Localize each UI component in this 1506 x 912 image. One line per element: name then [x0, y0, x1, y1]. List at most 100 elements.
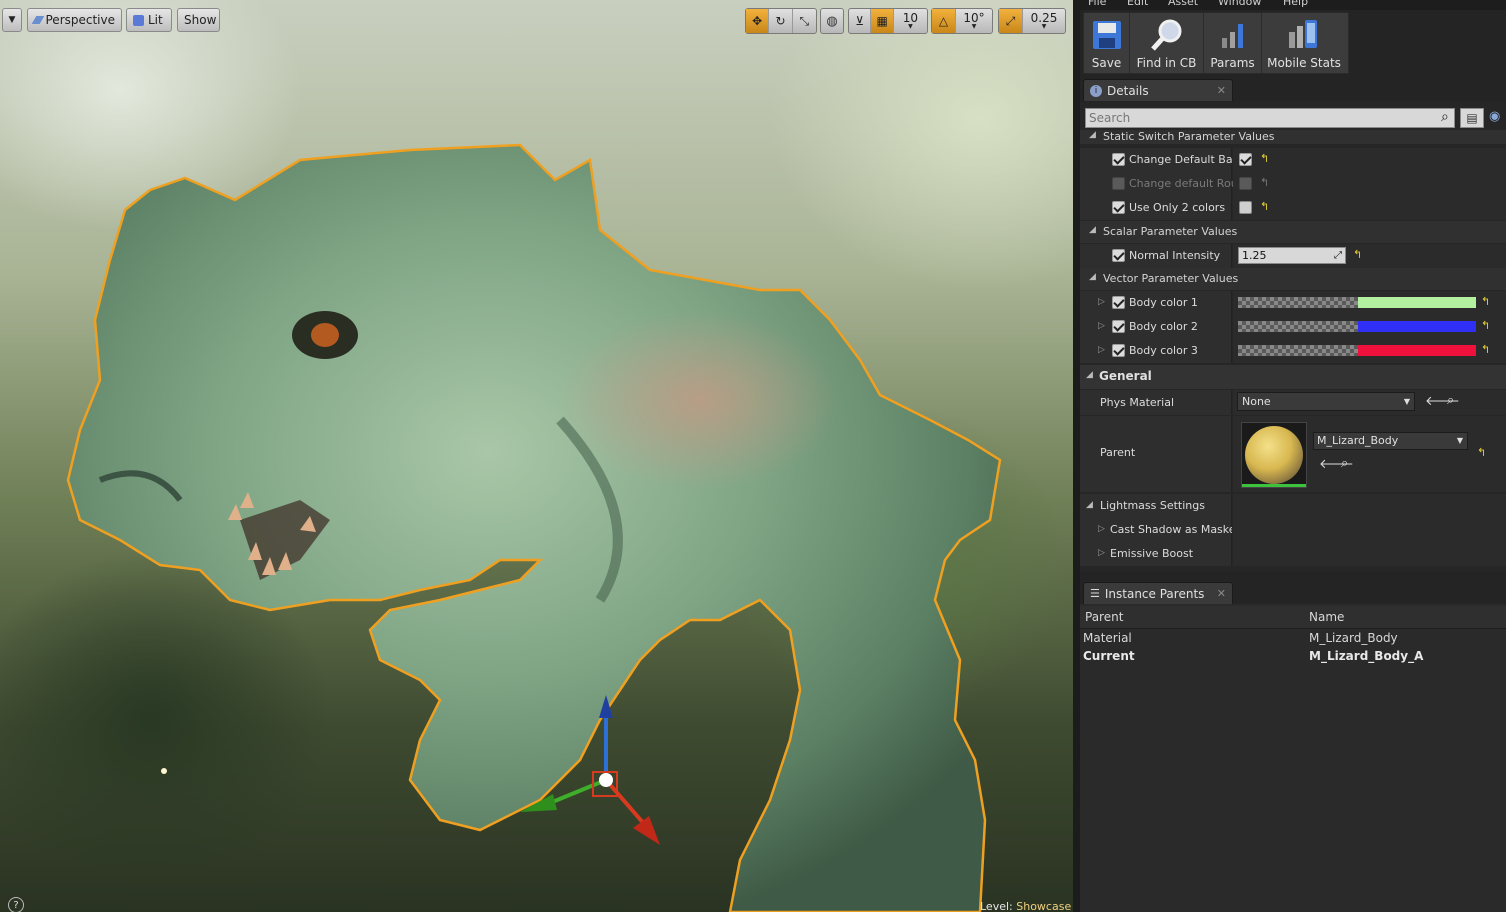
coordinate-system-button[interactable]: ◍ — [820, 8, 844, 34]
param-enable-checkbox[interactable] — [1112, 320, 1125, 333]
surface-snap-icon: ⊻ — [855, 14, 865, 28]
collapse-icon: ◢ — [1086, 500, 1093, 510]
table-row[interactable]: Material M_Lizard_Body — [1080, 629, 1506, 647]
phys-material-dropdown[interactable]: None ▼ — [1237, 392, 1415, 411]
show-button[interactable]: Show — [177, 8, 220, 32]
save-button[interactable]: Save — [1084, 13, 1130, 73]
find-in-cb-button[interactable]: Find in CB — [1130, 13, 1204, 73]
category-lightmass[interactable]: ◢ Lightmass Settings — [1080, 494, 1506, 518]
panel-splitter[interactable] — [1073, 0, 1080, 912]
use-selected-arrow-icon[interactable]: 🡐 — [1319, 456, 1354, 472]
browse-search-icon[interactable]: ⌕ — [1341, 456, 1348, 471]
lit-label: Lit — [148, 13, 163, 27]
use-selected-arrow-icon[interactable]: 🡐 — [1425, 393, 1460, 409]
reset-to-default-icon[interactable]: ↰ — [1353, 248, 1362, 261]
expand-icon[interactable]: ▷ — [1098, 548, 1105, 558]
menu-window[interactable]: Window — [1218, 0, 1261, 8]
param-value-checkbox[interactable] — [1239, 201, 1252, 214]
params-icon — [1216, 18, 1250, 52]
param-value-checkbox[interactable] — [1239, 153, 1252, 166]
column-header-name[interactable]: Name — [1309, 610, 1344, 624]
rotation-snap-toggle[interactable]: △ — [932, 9, 956, 33]
mobile-stats-button[interactable]: Mobile Stats — [1262, 13, 1346, 73]
close-icon[interactable]: ✕ — [1217, 84, 1226, 97]
table-row[interactable]: Current M_Lizard_Body_A — [1080, 647, 1506, 665]
grid-icon: ▦ — [876, 14, 888, 28]
scale-snap-value[interactable]: 0.25 ▼ — [1023, 9, 1065, 33]
rotation-snap-value[interactable]: 10° ▼ — [956, 9, 992, 33]
tab-details[interactable]: i Details ✕ — [1083, 79, 1233, 101]
collapse-icon: ◢ — [1086, 370, 1093, 380]
params-button[interactable]: Params — [1204, 13, 1262, 73]
help-icon[interactable]: ? — [8, 897, 24, 912]
category-static-switch[interactable]: ◢ Static Switch Parameter Values — [1080, 130, 1506, 144]
reset-to-default-icon[interactable]: ↰ — [1481, 343, 1490, 356]
view-mode-button[interactable]: Lit — [126, 8, 172, 32]
level-name: Showcase — [1016, 900, 1072, 912]
browse-search-icon[interactable]: ⌕ — [1447, 393, 1454, 408]
reset-to-default-icon[interactable]: ↰ — [1260, 152, 1269, 165]
param-value-checkbox[interactable] — [1239, 177, 1252, 190]
search-icon[interactable]: ⌕ — [1441, 109, 1449, 125]
category-general[interactable]: ◢ General — [1080, 365, 1506, 389]
scale-mode-button[interactable]: ⤡ — [793, 9, 816, 33]
normal-intensity-input[interactable]: 1.25 ⤢ — [1238, 247, 1346, 264]
mobile-stats-icon — [1287, 18, 1321, 52]
param-row-use-only-2-colors: Use Only 2 colors ↰ — [1080, 196, 1506, 220]
scale-icon: ⤡ — [799, 13, 810, 28]
param-enable-checkbox[interactable] — [1112, 201, 1125, 214]
menu-file[interactable]: File — [1088, 0, 1106, 8]
perspective-label: Perspective — [45, 13, 116, 27]
param-enable-checkbox[interactable] — [1112, 153, 1125, 166]
search-input[interactable]: Search — [1085, 108, 1455, 128]
rotate-icon: ↻ — [775, 14, 786, 28]
menu-help[interactable]: Help — [1283, 0, 1308, 8]
rotation-snap-group: △ 10° ▼ — [931, 8, 993, 34]
color-swatch[interactable] — [1238, 297, 1478, 308]
perspective-icon — [31, 16, 44, 24]
lightmass-cast-shadow-row: ▷ Cast Shadow as Masked — [1080, 518, 1506, 542]
drag-arrows-icon: ⤢ — [1334, 250, 1342, 261]
rotate-mode-button[interactable]: ↻ — [769, 9, 793, 33]
grid-snap-toggle[interactable]: ▦ — [871, 9, 894, 33]
tab-instance-parents[interactable]: ☰ Instance Parents ✕ — [1083, 582, 1233, 604]
menu-asset[interactable]: Asset — [1168, 0, 1198, 8]
expand-icon[interactable]: ▷ — [1098, 321, 1105, 331]
param-row-change-default-roughness: Change default Roughness ↰ — [1080, 172, 1506, 196]
transform-gizmo[interactable] — [515, 690, 695, 870]
expand-icon[interactable]: ▷ — [1098, 297, 1105, 307]
parent-material-thumbnail[interactable] — [1241, 422, 1307, 488]
viewport-options-dropdown[interactable]: ▼ — [2, 8, 22, 32]
category-scalar[interactable]: ◢ Scalar Parameter Values — [1080, 221, 1506, 243]
expand-icon[interactable]: ▷ — [1098, 345, 1105, 355]
menu-edit[interactable]: Edit — [1127, 0, 1148, 8]
surface-snap-button[interactable]: ⊻ — [849, 9, 872, 33]
eye-icon[interactable]: ◉ — [1489, 109, 1500, 124]
perspective-button[interactable]: Perspective — [27, 8, 122, 32]
scale-snap-toggle[interactable]: ⤢ — [999, 9, 1023, 33]
expand-icon[interactable]: ▷ — [1098, 524, 1105, 534]
param-enable-checkbox[interactable] — [1112, 344, 1125, 357]
reset-to-default-icon[interactable]: ↰ — [1260, 200, 1269, 213]
reset-to-default-icon[interactable]: ↰ — [1260, 176, 1269, 189]
reset-to-default-icon[interactable]: ↰ — [1481, 319, 1490, 332]
reset-to-default-icon[interactable]: ↰ — [1477, 446, 1486, 459]
column-header-parent[interactable]: Parent — [1085, 610, 1123, 624]
view-options-icon[interactable]: ▤ — [1460, 108, 1484, 128]
param-enable-checkbox[interactable] — [1112, 249, 1125, 262]
param-enable-checkbox[interactable] — [1112, 296, 1125, 309]
color-swatch[interactable] — [1238, 321, 1478, 332]
close-icon[interactable]: ✕ — [1217, 587, 1226, 600]
reset-to-default-icon[interactable]: ↰ — [1481, 295, 1490, 308]
param-row-body-color-3: ▷ Body color 3 ↰ — [1080, 339, 1506, 363]
collapse-icon: ◢ — [1089, 130, 1096, 140]
category-vector[interactable]: ◢ Vector Parameter Values — [1080, 268, 1506, 290]
translate-mode-button[interactable]: ✥ — [746, 9, 770, 33]
grid-snap-value[interactable]: 10 ▼ — [894, 9, 927, 33]
param-enable-checkbox[interactable] — [1112, 177, 1125, 190]
level-viewport[interactable]: ▼ Perspective Lit Show ✥ ↻ ⤡ ◍ ⊻ ▦ 10 ▼ — [0, 0, 1073, 912]
chevron-down-icon: ▼ — [971, 23, 977, 30]
details-search-row: Search ⌕ ▤ ◉ — [1085, 108, 1500, 130]
parent-material-dropdown[interactable]: M_Lizard_Body ▼ — [1313, 432, 1468, 450]
color-swatch[interactable] — [1238, 345, 1478, 356]
